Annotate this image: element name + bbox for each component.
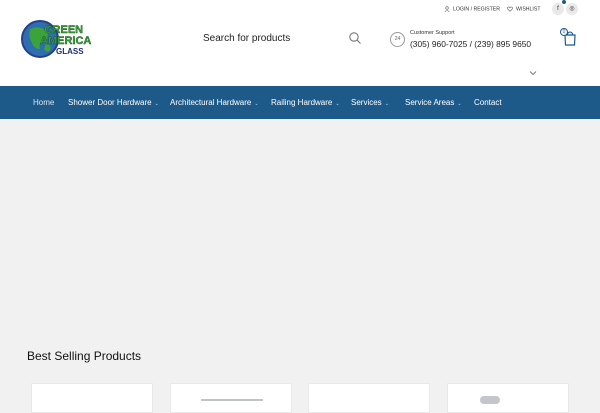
nav-item-service-areas[interactable]: Service Areas ⌄	[405, 86, 462, 119]
nav-item-shower-door-hardware[interactable]: Shower Door Hardware ⌄	[68, 86, 159, 119]
user-icon	[444, 6, 450, 12]
product-card[interactable]	[447, 383, 569, 413]
nav-item-railing-hardware[interactable]: Railing Hardware ⌄	[271, 86, 340, 119]
product-card[interactable]	[31, 383, 153, 413]
instagram-icon[interactable]: ◎	[566, 3, 578, 15]
nav-item-architectural-hardware[interactable]: Architectural Hardware ⌄	[170, 86, 259, 119]
heart-icon	[507, 6, 513, 12]
nav-item-label: Service Areas	[405, 98, 455, 107]
chevron-down-icon: ⌄	[384, 101, 389, 107]
chevron-down-icon: ⌄	[457, 101, 462, 107]
logo-text-america: AMERICA	[40, 35, 91, 47]
chevron-down-icon: ⌄	[154, 101, 159, 107]
site-logo[interactable]: GREEN AMERICA GLASS	[20, 19, 108, 59]
nav-item-contact[interactable]: Contact	[474, 86, 502, 119]
best-selling-title: Best Selling Products	[27, 349, 142, 363]
search-icon[interactable]	[348, 31, 362, 45]
product-card[interactable]	[170, 383, 292, 413]
facebook-icon[interactable]: f	[552, 3, 564, 15]
notification-dot	[562, 0, 566, 4]
logo-text-glass: GLASS	[56, 47, 84, 56]
wishlist-label: WISHLIST	[516, 6, 541, 13]
support-title: Customer Support	[410, 30, 455, 36]
chevron-down-icon[interactable]	[529, 63, 537, 76]
login-register-link[interactable]: LOGIN / REGISTER	[444, 6, 500, 14]
search-input[interactable]	[196, 28, 344, 48]
hero-banner	[0, 119, 600, 340]
chevron-down-icon: ⌄	[254, 101, 259, 107]
nav-item-label: Home	[33, 98, 55, 107]
cart-count: 0	[560, 28, 568, 36]
product-image	[480, 396, 500, 404]
product-image	[201, 399, 263, 401]
nav-item-home[interactable]: Home	[33, 86, 54, 119]
login-register-label: LOGIN / REGISTER	[453, 6, 500, 13]
product-card[interactable]	[308, 383, 430, 413]
chevron-down-icon: ⌄	[335, 101, 340, 107]
main-navigation: Home Shower Door Hardware ⌄ Architectural…	[0, 86, 600, 119]
support-24-icon: 24	[390, 32, 405, 47]
nav-item-label: Shower Door Hardware	[68, 98, 152, 107]
nav-item-label: Contact	[474, 98, 502, 107]
nav-item-label: Architectural Hardware	[170, 98, 252, 107]
wishlist-link[interactable]: WISHLIST	[507, 6, 541, 14]
site-header: GREEN AMERICA GLASS 24 Customer Support …	[0, 0, 600, 86]
nav-item-services[interactable]: Services ⌄	[351, 86, 389, 119]
cart-button[interactable]: 0	[560, 28, 580, 48]
nav-item-label: Railing Hardware	[271, 98, 333, 107]
search-bar	[196, 28, 368, 48]
nav-item-label: Services	[351, 98, 382, 107]
customer-support: 24 Customer Support (305) 960-7025 / (23…	[390, 28, 531, 52]
support-phone[interactable]: (305) 960-7025 / (239) 895 9650	[410, 39, 531, 49]
